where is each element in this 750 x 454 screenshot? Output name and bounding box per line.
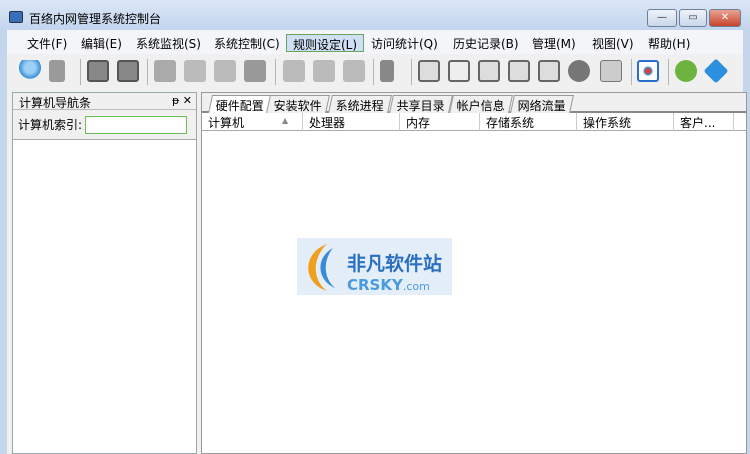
computer-search-input[interactable]	[85, 115, 188, 134]
maximize-button[interactable]: ▭	[679, 9, 707, 27]
watermark-logo: 非凡软件站 CRSKY.com	[297, 238, 452, 295]
nav-panel-header: 计算机导航条 ᵽ ✕	[13, 93, 196, 110]
menu-system-monitor[interactable]: 系统监视(S)	[130, 34, 207, 52]
nav-panel-title: 计算机导航条	[19, 96, 92, 110]
menu-manage[interactable]: 管理(M)	[526, 34, 582, 52]
tab-software[interactable]: 安装软件	[266, 95, 330, 113]
separator	[631, 59, 632, 85]
monitor-icon[interactable]	[87, 60, 109, 82]
browser-icon[interactable]	[508, 60, 530, 82]
picture-icon[interactable]	[214, 60, 236, 82]
tab-processes[interactable]: 系统进程	[328, 95, 392, 113]
stop-icon[interactable]	[117, 60, 139, 82]
col-processor[interactable]: 处理器	[303, 113, 400, 131]
col-os[interactable]: 操作系统	[577, 113, 674, 131]
toolbar	[7, 54, 743, 88]
close-button[interactable]: ✕	[709, 9, 741, 27]
tab-bar: 硬件配置 安装软件 系统进程 共享目录 帐户信息 网络流量	[202, 93, 746, 114]
settings-icon[interactable]	[538, 60, 560, 82]
menu-bar: 文件(F) 编辑(E) 系统监视(S) 系统控制(C) 规则设定(L) 访问统计…	[7, 30, 743, 54]
panel-close-icon[interactable]: ✕	[183, 94, 192, 107]
col-client[interactable]: 客户...	[674, 113, 734, 131]
main-panel: 硬件配置 安装软件 系统进程 共享目录 帐户信息 网络流量 计算机 ▲ 处理器 内…	[201, 92, 747, 454]
separator	[147, 59, 148, 85]
edit-doc-icon[interactable]	[313, 60, 335, 82]
menu-edit[interactable]: 编辑(E)	[75, 34, 128, 52]
separator	[411, 59, 412, 85]
table-header: 计算机 ▲ 处理器 内存 存储系统 操作系统 客户...	[202, 113, 746, 131]
computer-nav-panel: 计算机导航条 ᵽ ✕ 计算机索引:	[12, 92, 197, 454]
grid-icon[interactable]	[637, 60, 659, 82]
disk-icon[interactable]	[478, 60, 500, 82]
tab-shares[interactable]: 共享目录	[389, 95, 453, 113]
col-memory[interactable]: 内存	[400, 113, 480, 131]
title-bar: 百络内网管理系统控制台 — ▭ ✕	[0, 0, 750, 30]
pin-icon[interactable]: ᵽ	[172, 94, 179, 107]
menu-system-control[interactable]: 系统控制(C)	[208, 34, 286, 52]
delete-doc-icon[interactable]	[343, 60, 365, 82]
watermark-swoosh-icon: 非凡软件站 CRSKY.com	[308, 244, 442, 294]
menu-history[interactable]: 历史记录(B)	[447, 34, 525, 52]
new-doc-icon[interactable]	[283, 60, 305, 82]
menu-file[interactable]: 文件(F)	[21, 34, 73, 52]
documents-icon[interactable]	[244, 60, 266, 82]
printer-icon[interactable]	[184, 60, 206, 82]
screen-icon[interactable]	[418, 60, 440, 82]
refresh-icon[interactable]	[568, 60, 590, 82]
speaker-icon[interactable]	[380, 60, 394, 82]
sort-asc-icon: ▲	[282, 116, 289, 125]
menu-access-stats[interactable]: 访问统计(Q)	[365, 34, 444, 52]
tab-hardware[interactable]: 硬件配置	[207, 95, 273, 114]
menu-view[interactable]: 视图(V)	[586, 34, 640, 52]
separator	[80, 59, 81, 85]
menu-rules[interactable]: 规则设定(L)	[286, 34, 365, 52]
menu-help[interactable]: 帮助(H)	[642, 34, 696, 52]
separator	[373, 59, 374, 85]
app-icon	[9, 11, 23, 23]
info-icon[interactable]	[703, 58, 729, 84]
col-computer[interactable]: 计算机 ▲	[202, 113, 303, 131]
calendar-icon[interactable]	[600, 60, 622, 82]
svg-text:CRSKY.com: CRSKY.com	[347, 276, 430, 294]
col-storage[interactable]: 存储系统	[480, 113, 577, 131]
page-icon[interactable]	[448, 60, 470, 82]
logout-icon[interactable]	[49, 60, 65, 82]
svg-text:非凡软件站: 非凡软件站	[347, 252, 442, 275]
search-row: 计算机索引:	[13, 110, 196, 140]
tab-accounts[interactable]: 帐户信息	[449, 95, 513, 113]
search-label: 计算机索引:	[18, 118, 83, 132]
help-icon[interactable]	[675, 60, 697, 82]
book-icon[interactable]	[154, 60, 176, 82]
separator	[668, 59, 669, 85]
minimize-button[interactable]: —	[647, 9, 677, 27]
tab-traffic[interactable]: 网络流量	[510, 95, 574, 113]
user-icon[interactable]	[19, 60, 41, 82]
window-title: 百络内网管理系统控制台	[29, 12, 162, 26]
separator	[275, 59, 276, 85]
